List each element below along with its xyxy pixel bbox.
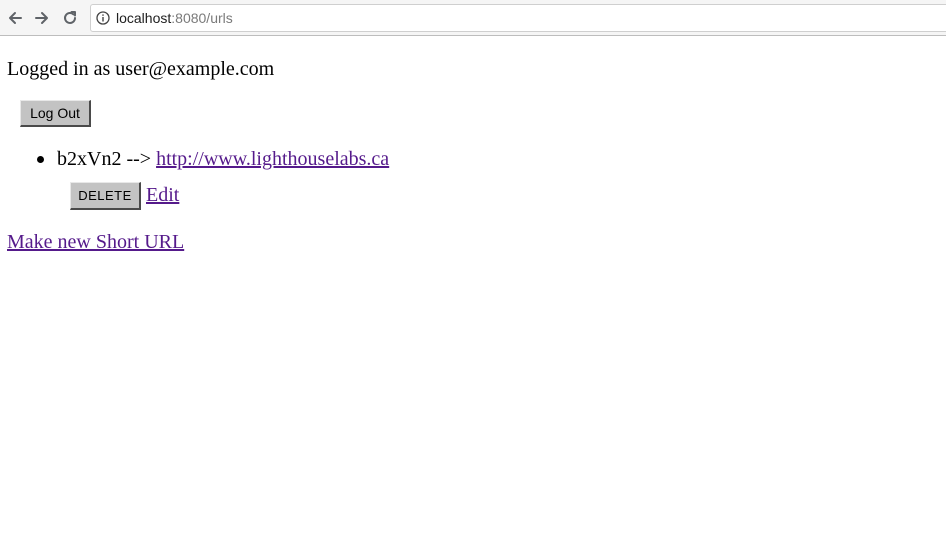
list-bullet — [37, 156, 44, 163]
page-content: Logged in as user@example.com Log Out b2… — [0, 36, 946, 556]
url-path: :8080/urls — [171, 10, 233, 26]
edit-link[interactable]: Edit — [146, 183, 179, 207]
long-url-link[interactable]: http://www.lighthouselabs.ca — [156, 148, 389, 170]
reload-icon[interactable] — [60, 8, 80, 28]
make-new-short-url-link[interactable]: Make new Short URL — [7, 230, 184, 254]
delete-button[interactable]: DELETE — [70, 182, 141, 210]
info-icon[interactable] — [96, 11, 110, 25]
address-bar[interactable]: localhost:8080/urls — [90, 4, 946, 32]
address-bar-url[interactable]: localhost:8080/urls — [116, 10, 233, 26]
browser-toolbar: localhost:8080/urls — [0, 0, 946, 36]
forward-arrow-icon[interactable] — [32, 8, 52, 28]
back-arrow-icon[interactable] — [5, 8, 25, 28]
logged-in-status: Logged in as user@example.com — [7, 58, 275, 80]
logout-button[interactable]: Log Out — [20, 100, 91, 127]
url-host: localhost — [116, 10, 172, 26]
url-arrow: --> — [121, 148, 157, 170]
short-url-id: b2xVn2 — [57, 148, 122, 170]
url-list-item: b2xVn2 --> http://www.lighthouselabs.ca — [57, 147, 389, 171]
